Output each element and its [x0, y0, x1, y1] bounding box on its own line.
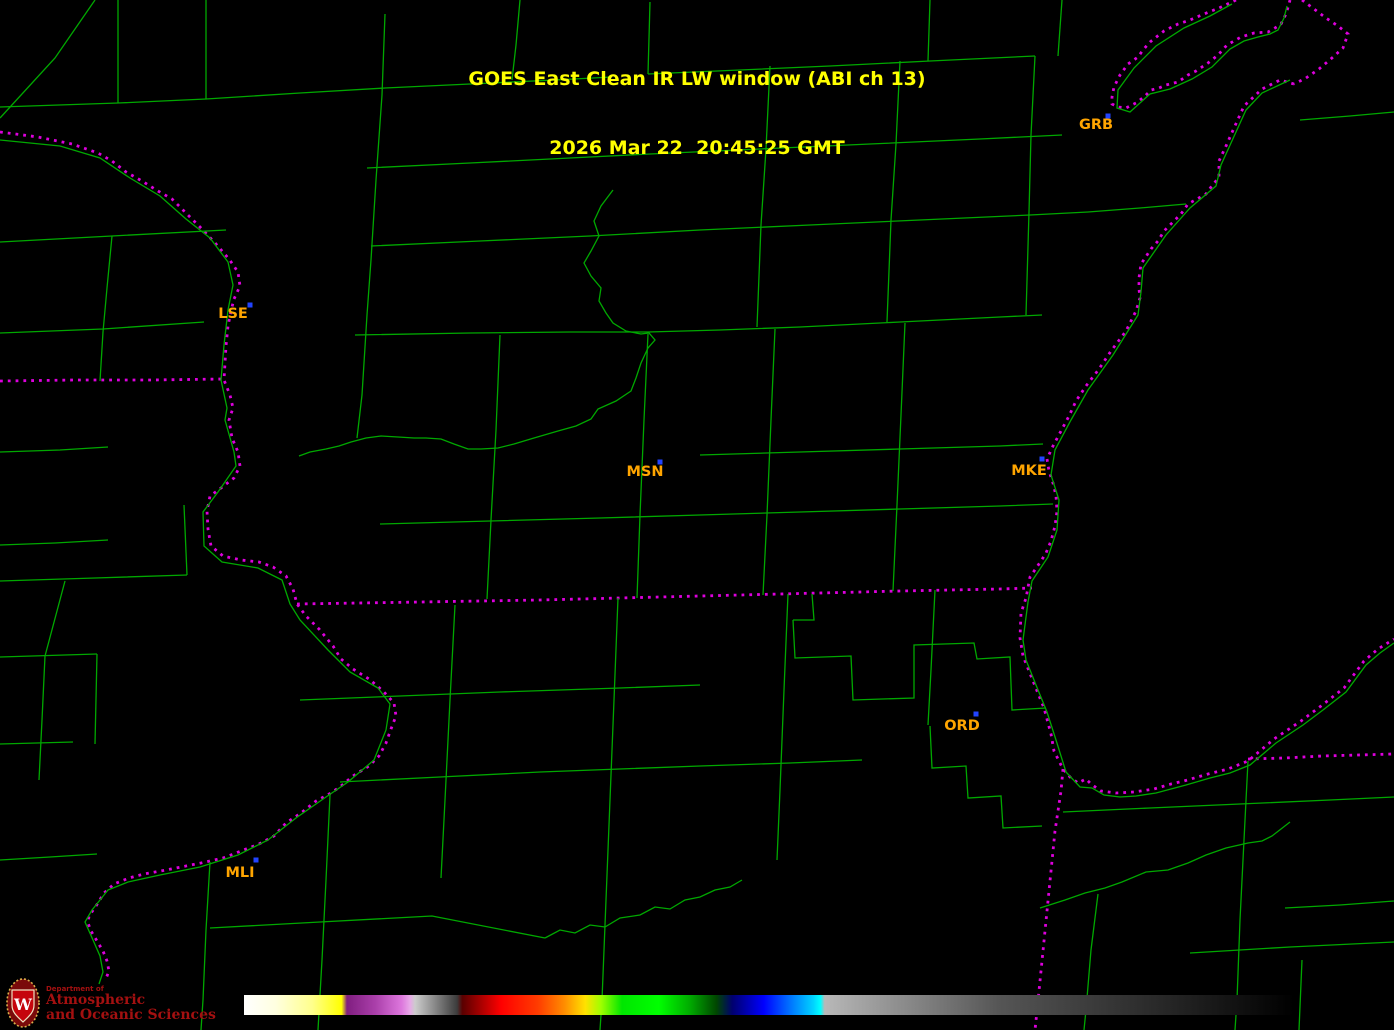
mississippi-river-bank: [0, 139, 391, 985]
city-LSE: LSE: [218, 302, 253, 322]
county-line: [1298, 959, 1303, 1030]
county-line: [793, 593, 815, 621]
county-line: [929, 725, 1043, 829]
county-line: [1189, 941, 1394, 954]
city-label-LSE: LSE: [218, 306, 248, 322]
aos-logo: W Department of Atmospheric and Oceanic …: [6, 978, 216, 1028]
il-in-border: [1033, 768, 1065, 1030]
wisconsin-river: [298, 189, 656, 457]
county-line: [0, 446, 109, 453]
aos-logo-text: Department of Atmospheric and Oceanic Sc…: [46, 985, 216, 1024]
kankakee-river: [1039, 821, 1291, 909]
county-line: [94, 653, 98, 745]
county-line: [1284, 900, 1394, 909]
city-MSN: MSN: [626, 459, 664, 480]
county-line: [776, 593, 789, 861]
county-line: [927, 589, 936, 726]
city-MKE: MKE: [1011, 456, 1047, 479]
satellite-image-viewport: GRB LSE MSN MKE ORD MLI GOES East Clean IR LW…: [0, 0, 1394, 1030]
city-label-ORD: ORD: [944, 718, 980, 734]
city-dot-LSE: [247, 302, 253, 308]
wi-il-border: [296, 586, 1033, 606]
county-line: [0, 853, 98, 861]
county-line: [102, 235, 113, 333]
county-line: [1062, 796, 1394, 813]
county-line: [183, 504, 188, 576]
city-label-MKE: MKE: [1011, 463, 1047, 479]
county-line: [0, 539, 109, 546]
county-line: [44, 580, 66, 657]
county-line: [699, 443, 1044, 456]
county-line: [0, 653, 98, 658]
county-line: [209, 915, 546, 939]
svg-text:W: W: [13, 995, 33, 1014]
county-line: [38, 655, 46, 781]
county-line: [370, 211, 1089, 247]
in-mi-border: [1247, 752, 1394, 761]
county-line: [762, 328, 776, 596]
county-line: [0, 574, 188, 582]
city-dot-MKE: [1039, 456, 1045, 462]
title-product: GOES East Clean IR LW window (ABI ch 13): [468, 68, 926, 90]
county-line: [339, 759, 863, 783]
county-line: [486, 334, 501, 600]
county-line: [892, 322, 906, 592]
county-line: [379, 503, 1054, 525]
county-line: [0, 741, 74, 745]
mn-ia-border: [0, 377, 225, 383]
image-titles: GOES East Clean IR LW window (ABI ch 13)…: [0, 22, 1394, 206]
city-label-MSN: MSN: [626, 464, 663, 480]
mississippi-river-border: [0, 130, 398, 982]
county-line: [0, 321, 205, 334]
county-line: [99, 331, 104, 382]
logo-line-2: and Oceanic Sciences: [46, 1007, 216, 1024]
county-line: [356, 314, 368, 439]
colorbar: [244, 995, 1294, 1015]
county-line: [599, 597, 619, 1030]
county-line: [354, 314, 1043, 336]
city-ORD: ORD: [944, 711, 980, 734]
uw-crest-icon: W: [6, 978, 40, 1028]
county-line: [299, 684, 701, 701]
county-line: [0, 229, 227, 243]
city-label-MLI: MLI: [225, 865, 254, 881]
logo-line-1: Atmospheric: [46, 992, 146, 1009]
county-line: [440, 604, 456, 879]
county-line: [792, 619, 1047, 711]
county-line: [1234, 760, 1249, 1030]
city-dot-ORD: [973, 711, 979, 717]
title-timestamp: 2026 Mar 22 20:45:25 GMT: [549, 137, 845, 159]
city-MLI: MLI: [225, 857, 259, 881]
rock-river: [544, 879, 743, 939]
city-dot-MLI: [253, 857, 259, 863]
